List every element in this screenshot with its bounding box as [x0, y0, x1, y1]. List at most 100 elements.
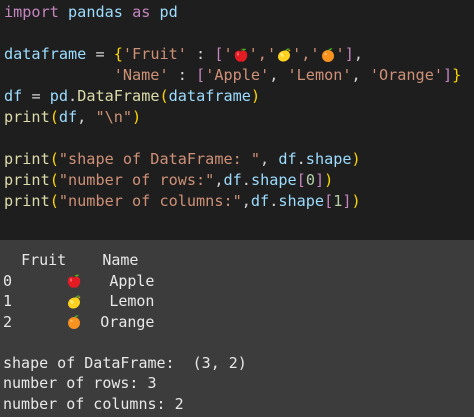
row-name: Orange — [100, 312, 155, 331]
paren-close: ) — [132, 108, 142, 126]
object-pd: pd — [49, 87, 69, 105]
attribute-shape: shape — [305, 150, 352, 168]
output-table-row: 2 Orange — [0, 312, 474, 333]
code-line-dataframe: df = pd.DataFrame(dataframe) — [0, 86, 474, 107]
orange-emoji-icon — [66, 314, 82, 330]
dot: . — [269, 192, 279, 210]
object-df: df — [223, 171, 242, 189]
paren-close: ) — [250, 87, 261, 105]
dot: . — [68, 87, 78, 105]
comma: , — [241, 192, 251, 210]
output-table-row: 0 Apple — [0, 271, 474, 292]
row-index: 2 — [3, 312, 13, 331]
row-index: 1 — [3, 292, 13, 310]
lemon-emoji-icon — [66, 294, 82, 310]
column-header-name: Name — [102, 251, 139, 269]
code-line-print-rows: print("number of rows:",df.shape[0]) — [0, 170, 474, 191]
paren-close: ) — [324, 171, 334, 189]
paren-open: ( — [159, 87, 169, 105]
variable-df: df — [4, 87, 23, 105]
operator-assign: = — [86, 45, 114, 63]
brace-close: } — [452, 66, 462, 84]
paren-open: ( — [49, 192, 59, 210]
bracket-close: ] — [342, 192, 352, 210]
string-columns-label: "number of columns:" — [58, 192, 242, 210]
string-key-name: 'Name' — [113, 66, 169, 84]
dot: . — [241, 171, 251, 189]
output-blank-line — [0, 332, 474, 353]
apple-emoji-icon — [66, 273, 82, 289]
code-line-dict-fruit: dataframe = {'Fruit' : [' ',' ',' '], — [0, 44, 474, 65]
code-line-print-df: print(df, "\n") — [0, 107, 474, 128]
code-line-dict-name: 'Name' : ['Apple', 'Lemon', 'Orange']} — [0, 65, 474, 86]
string-orange: 'Orange' — [369, 66, 443, 84]
bracket-open: [ — [324, 192, 334, 210]
brace-open: { — [113, 45, 123, 63]
output-shape-line: shape of DataFrame: (3, 2) — [3, 353, 247, 372]
paren-open: ( — [49, 171, 59, 189]
comma: , — [353, 45, 363, 63]
output-columns-line: number of columns: 2 — [3, 394, 184, 413]
list-close: ] — [442, 66, 453, 84]
quote: ' — [223, 45, 233, 63]
colon: : — [168, 66, 197, 84]
code-editor: import pandas as pd dataframe = {'Fruit'… — [0, 0, 474, 240]
module-alias: pd — [159, 3, 178, 21]
bracket-open: [ — [296, 171, 306, 189]
paren-open: ( — [49, 108, 59, 126]
output-table-row: 1 Lemon — [0, 291, 474, 312]
function-print: print — [4, 150, 50, 168]
output-rows-line: number of rows: 3 — [3, 374, 157, 392]
string-newline: "\n" — [95, 108, 133, 126]
paren-open: ( — [49, 150, 59, 168]
keyword-as: as — [132, 3, 151, 21]
comma: , — [260, 150, 279, 168]
apple-emoji-icon — [233, 47, 249, 63]
column-header-fruit: Fruit — [21, 251, 67, 269]
object-df: df — [278, 150, 297, 168]
argument-dataframe: dataframe — [168, 87, 251, 105]
comma: , — [77, 108, 96, 126]
string-shape-label: "shape of DataFrame: " — [58, 150, 261, 168]
index-number: 0 — [305, 171, 315, 189]
string-rows-label: "number of rows:" — [58, 171, 215, 189]
argument-df: df — [58, 108, 78, 126]
separator: , — [351, 66, 370, 84]
function-print: print — [4, 171, 50, 189]
keyword-import: import — [4, 3, 59, 21]
screenshot: import pandas as pd dataframe = {'Fruit'… — [0, 0, 474, 417]
paren-close: ) — [351, 150, 361, 168]
string-key-fruit: 'Fruit' — [122, 45, 187, 63]
code-line-import: import pandas as pd — [0, 2, 474, 23]
separator: , — [269, 66, 288, 84]
module-name: pandas — [68, 3, 123, 21]
attribute-shape: shape — [250, 171, 297, 189]
string-apple: 'Apple' — [205, 66, 270, 84]
orange-emoji-icon — [320, 47, 336, 63]
function-print: print — [4, 108, 50, 126]
variable-dataframe: dataframe — [4, 45, 87, 63]
list-open: [ — [214, 45, 224, 63]
row-name: Apple — [109, 271, 155, 290]
operator-assign: = — [22, 87, 50, 105]
function-print: print — [4, 192, 50, 210]
string-lemon: 'Lemon' — [287, 66, 352, 84]
lemon-emoji-icon — [276, 47, 292, 63]
attribute-shape: shape — [278, 192, 325, 210]
function-dataframe: DataFrame — [77, 87, 160, 105]
object-df: df — [250, 192, 270, 210]
row-index: 0 — [3, 271, 13, 290]
list-close: ] — [344, 45, 354, 63]
row-name: Lemon — [109, 292, 155, 310]
list-open: [ — [196, 66, 206, 84]
paren-close: ) — [351, 192, 361, 210]
quote-comma: ',' — [292, 45, 320, 63]
console-output: Fruit Name 0 Apple 1 Lemon 2 Orange shap… — [0, 240, 474, 417]
quote-comma: ',' — [248, 45, 277, 63]
output-table-header: Fruit Name — [0, 250, 474, 271]
dot: . — [296, 150, 306, 168]
colon: : — [186, 45, 215, 63]
